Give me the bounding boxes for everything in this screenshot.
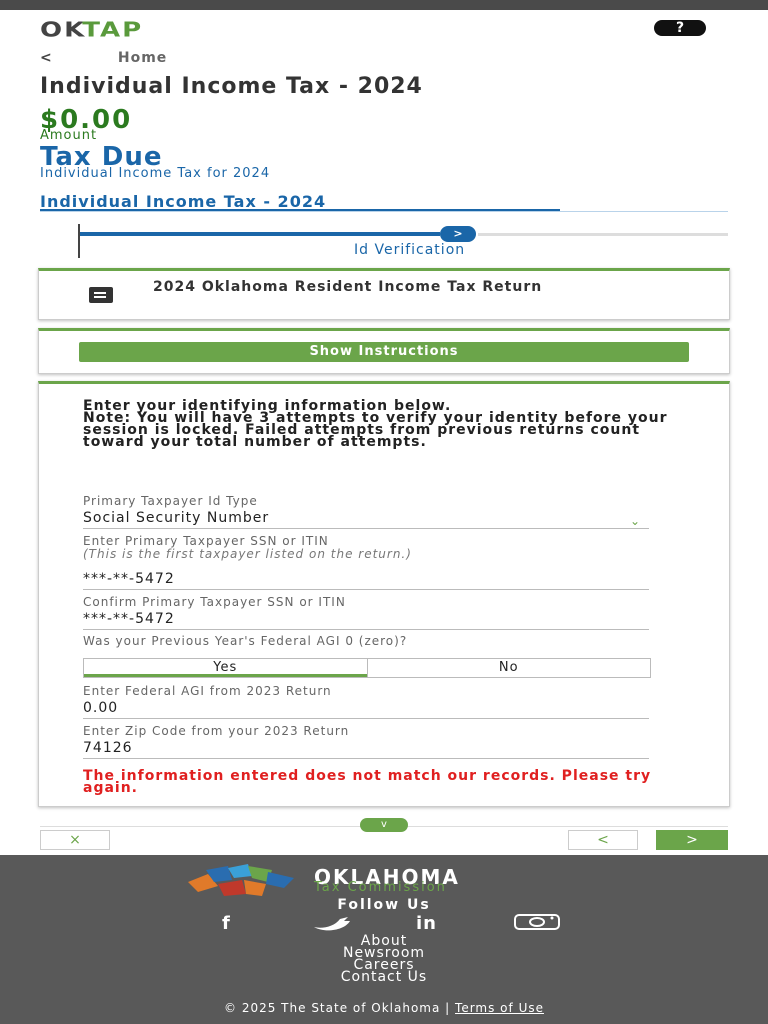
id-verification-form: Enter your identifying information below… xyxy=(83,399,685,795)
footer-org-subtitle: Tax Commission xyxy=(314,880,447,895)
back-chevron-icon[interactable]: < xyxy=(40,50,68,66)
stepper-current-label: Id Verification xyxy=(354,242,466,258)
close-icon[interactable]: × xyxy=(40,830,110,850)
footer-links: About Newsroom Careers Contact Us xyxy=(0,934,768,984)
terms-of-use-link[interactable]: Terms of Use xyxy=(455,1001,544,1015)
twitter-icon[interactable] xyxy=(312,915,352,931)
stepper-current-dot: > xyxy=(440,226,476,242)
follow-us-label: Follow Us xyxy=(337,897,431,913)
id-type-value: Social Security Number xyxy=(83,510,270,526)
agi-zero-toggle: Yes No xyxy=(83,658,651,678)
select-chevron-icon: ⌄ xyxy=(629,514,641,528)
stepper-start-marker xyxy=(78,224,80,258)
social-links: f in xyxy=(0,913,768,934)
logo-tap-text: TAP xyxy=(82,18,144,42)
progress-stepper: > Id Verification xyxy=(78,224,728,258)
ssn-hint: (This is the first taxpayer listed on th… xyxy=(83,547,412,561)
facebook-icon[interactable]: f xyxy=(222,913,230,934)
agi-zero-no-option[interactable]: No xyxy=(366,659,651,677)
stepper-remaining-line xyxy=(478,233,728,236)
error-message: The information entered does not match o… xyxy=(83,768,652,796)
copyright: © 2025 The State of Oklahoma | Terms of … xyxy=(0,1001,768,1015)
help-icon[interactable]: ? xyxy=(654,20,706,36)
return-title: 2024 Oklahoma Resident Income Tax Return xyxy=(153,279,543,295)
agi-label: Enter Federal AGI from 2023 Return xyxy=(83,684,332,698)
tax-due-subtitle: Individual Income Tax for 2024 xyxy=(40,166,271,181)
ssn-input[interactable]: ***-**-5472 xyxy=(83,571,649,590)
oktap-logo[interactable]: OKTAP xyxy=(40,15,143,43)
agi-input[interactable]: 0.00 xyxy=(83,700,649,719)
breadcrumb-home-link[interactable]: Home xyxy=(118,50,167,66)
stepper-completed-line xyxy=(80,232,440,236)
ssn-confirm-input[interactable]: ***-**-5472 xyxy=(83,611,649,630)
agi-zero-question: Was your Previous Year's Federal AGI 0 (… xyxy=(83,634,408,648)
id-verification-form-card: Enter your identifying information below… xyxy=(38,381,730,807)
instructions-card: Show Instructions xyxy=(38,328,730,374)
instagram-icon[interactable] xyxy=(514,914,560,930)
footer: OKLAHOMA Tax Commission Follow Us f in A… xyxy=(0,855,768,1024)
footer-link-contact[interactable]: Contact Us xyxy=(0,970,768,984)
expand-chevron-icon[interactable]: v xyxy=(360,818,408,832)
linkedin-icon[interactable]: in xyxy=(416,913,437,934)
tab-divider xyxy=(40,211,728,212)
ssn-confirm-label: Confirm Primary Taxpayer SSN or ITIN xyxy=(83,595,346,609)
top-bar xyxy=(0,0,768,10)
zip-input[interactable]: 74126 xyxy=(83,740,649,759)
zip-label: Enter Zip Code from your 2023 Return xyxy=(83,724,350,738)
amount-label: Amount xyxy=(40,128,98,143)
form-note: Note: You will have 3 attempts to verify… xyxy=(83,410,668,450)
previous-button[interactable]: < xyxy=(568,830,638,850)
show-instructions-button[interactable]: Show Instructions xyxy=(79,342,689,362)
copyright-text: © 2025 The State of Oklahoma | xyxy=(224,1001,456,1015)
id-type-select[interactable]: Social Security Number ⌄ xyxy=(83,510,649,529)
logo-ok-text: OK xyxy=(40,18,87,42)
page-title: Individual Income Tax - 2024 xyxy=(40,74,423,99)
document-icon xyxy=(89,287,113,303)
next-button[interactable]: > xyxy=(656,830,728,850)
return-card: 2024 Oklahoma Resident Income Tax Return xyxy=(38,268,730,320)
oklahoma-logo-mark xyxy=(188,864,294,896)
ssn-label: Enter Primary Taxpayer SSN or ITIN xyxy=(83,534,329,548)
id-type-label: Primary Taxpayer Id Type xyxy=(83,494,258,508)
agi-zero-yes-option[interactable]: Yes xyxy=(84,659,367,677)
breadcrumb: < Home xyxy=(40,50,167,66)
